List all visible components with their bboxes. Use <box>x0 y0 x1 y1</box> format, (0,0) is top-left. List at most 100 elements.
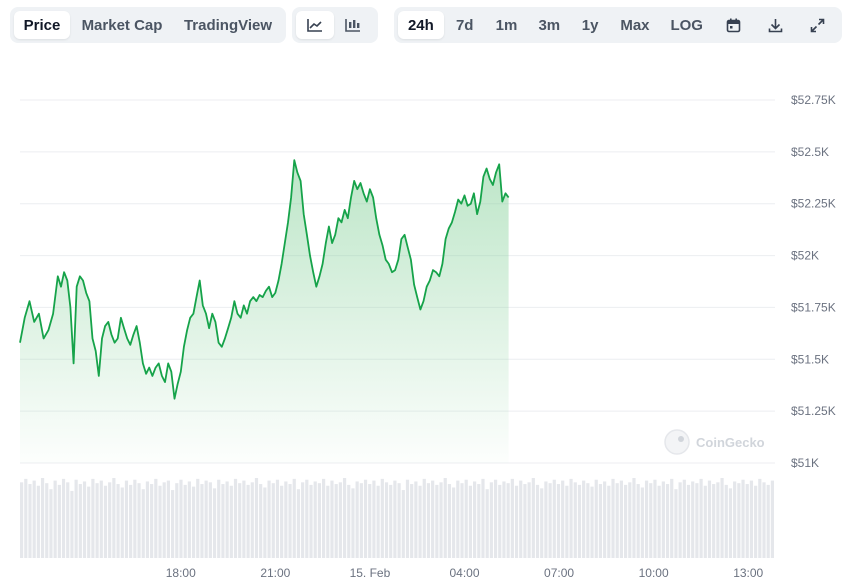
volume-bar <box>540 488 544 558</box>
volume-bar <box>322 478 326 558</box>
coingecko-watermark: CoinGecko <box>664 429 765 455</box>
volume-bar <box>401 490 405 558</box>
y-tick-label: $51.75K <box>791 300 836 314</box>
volume-bar <box>20 482 24 558</box>
volume-bar <box>196 478 200 558</box>
volume-bar <box>70 490 74 558</box>
volume-bar <box>552 479 556 558</box>
volume-bar <box>686 484 691 558</box>
volume-bar <box>166 480 170 558</box>
volume-bar <box>351 488 355 558</box>
volume-bar <box>137 483 141 558</box>
volume-bar <box>233 478 238 558</box>
volume-bar <box>405 479 410 558</box>
volume-bar <box>493 479 498 558</box>
volume-bar <box>133 479 137 558</box>
volume-bar <box>200 484 204 558</box>
volume-bar <box>435 484 439 558</box>
volume-bar <box>326 485 330 558</box>
volume-bar <box>217 479 221 558</box>
volume-bar <box>145 481 150 558</box>
volume-bar <box>330 480 334 558</box>
volume-bar <box>594 479 598 558</box>
volume-bar <box>431 480 435 558</box>
volume-bar <box>703 485 707 558</box>
coingecko-logo-icon <box>664 429 690 455</box>
volume-bar <box>280 485 284 558</box>
volume-bar <box>481 478 485 558</box>
volume-bar <box>384 482 389 558</box>
volume-bar <box>305 479 309 558</box>
volume-bar <box>296 489 301 558</box>
volume-bar <box>24 478 28 558</box>
volume-bar <box>665 484 670 558</box>
volume-bar <box>573 482 577 558</box>
volume-bar <box>40 478 45 558</box>
y-tick-label: $52.5K <box>791 145 829 159</box>
x-tick-label: 21:00 <box>260 566 290 580</box>
volume-bar <box>263 487 267 558</box>
volume-bar <box>313 481 317 558</box>
volume-bar <box>242 480 246 558</box>
volume-bar <box>762 482 766 558</box>
volume-bar <box>32 480 36 558</box>
volume-bar <box>28 484 32 558</box>
volume-bar <box>628 482 632 558</box>
y-tick-label: $51.25K <box>791 404 836 418</box>
price-area-fill <box>20 160 509 463</box>
volume-bar <box>179 479 183 558</box>
volume-bar <box>150 484 154 558</box>
y-tick-label: $52.75K <box>791 93 836 107</box>
volume-bar <box>78 484 82 558</box>
x-tick-label: 07:00 <box>544 566 574 580</box>
volume-bar <box>615 483 619 558</box>
volume-bar <box>716 482 720 558</box>
volume-bar <box>342 478 347 558</box>
volume-bar <box>695 483 699 558</box>
volume-bar <box>556 484 561 558</box>
volume-bar <box>737 483 741 558</box>
volume-bar <box>733 481 737 558</box>
volume-bar <box>36 485 40 558</box>
volume-bar <box>561 480 565 558</box>
volume-bar <box>519 480 523 558</box>
volume-bar <box>221 484 225 558</box>
volume-bar <box>749 480 754 558</box>
volume-bar <box>577 484 582 558</box>
volume-bar <box>267 480 271 558</box>
volume-bar <box>485 489 489 558</box>
volume-bar <box>422 478 426 558</box>
volume-bar <box>141 489 145 558</box>
volume-bar <box>410 484 414 558</box>
volume-bar <box>284 481 288 558</box>
volume-bar <box>254 478 259 558</box>
volume-bar <box>720 478 724 558</box>
volume-bar <box>187 481 191 558</box>
volume-bar <box>510 478 514 558</box>
y-tick-label: $52.25K <box>791 197 836 211</box>
volume-bar <box>301 482 305 558</box>
watermark-text: CoinGecko <box>696 435 765 450</box>
volume-bar <box>208 482 212 558</box>
volume-bar <box>544 481 548 558</box>
volume-bar <box>275 479 280 558</box>
volume-bar <box>368 484 372 558</box>
y-tick-label: $51K <box>791 456 819 470</box>
volume-bar <box>183 484 187 558</box>
volume-bar <box>724 484 728 558</box>
volume-bar <box>707 480 712 558</box>
volume-bar <box>418 485 422 558</box>
volume-bar <box>770 480 774 558</box>
volume-bar <box>586 483 590 558</box>
volume-bar <box>632 478 636 558</box>
volume-bar <box>766 484 770 558</box>
volume-bar <box>309 484 313 558</box>
volume-bar <box>489 482 493 558</box>
volume-bar <box>292 478 296 558</box>
volume-bar <box>758 478 762 558</box>
volume-bar <box>640 487 644 558</box>
volume-bar <box>670 478 674 558</box>
volume-bar <box>468 485 472 558</box>
price-chart[interactable]: $52.75K $52.5K $52.25K $52K $51.75K $51.5K $51… <box>0 0 850 588</box>
volume-bar <box>225 481 229 558</box>
